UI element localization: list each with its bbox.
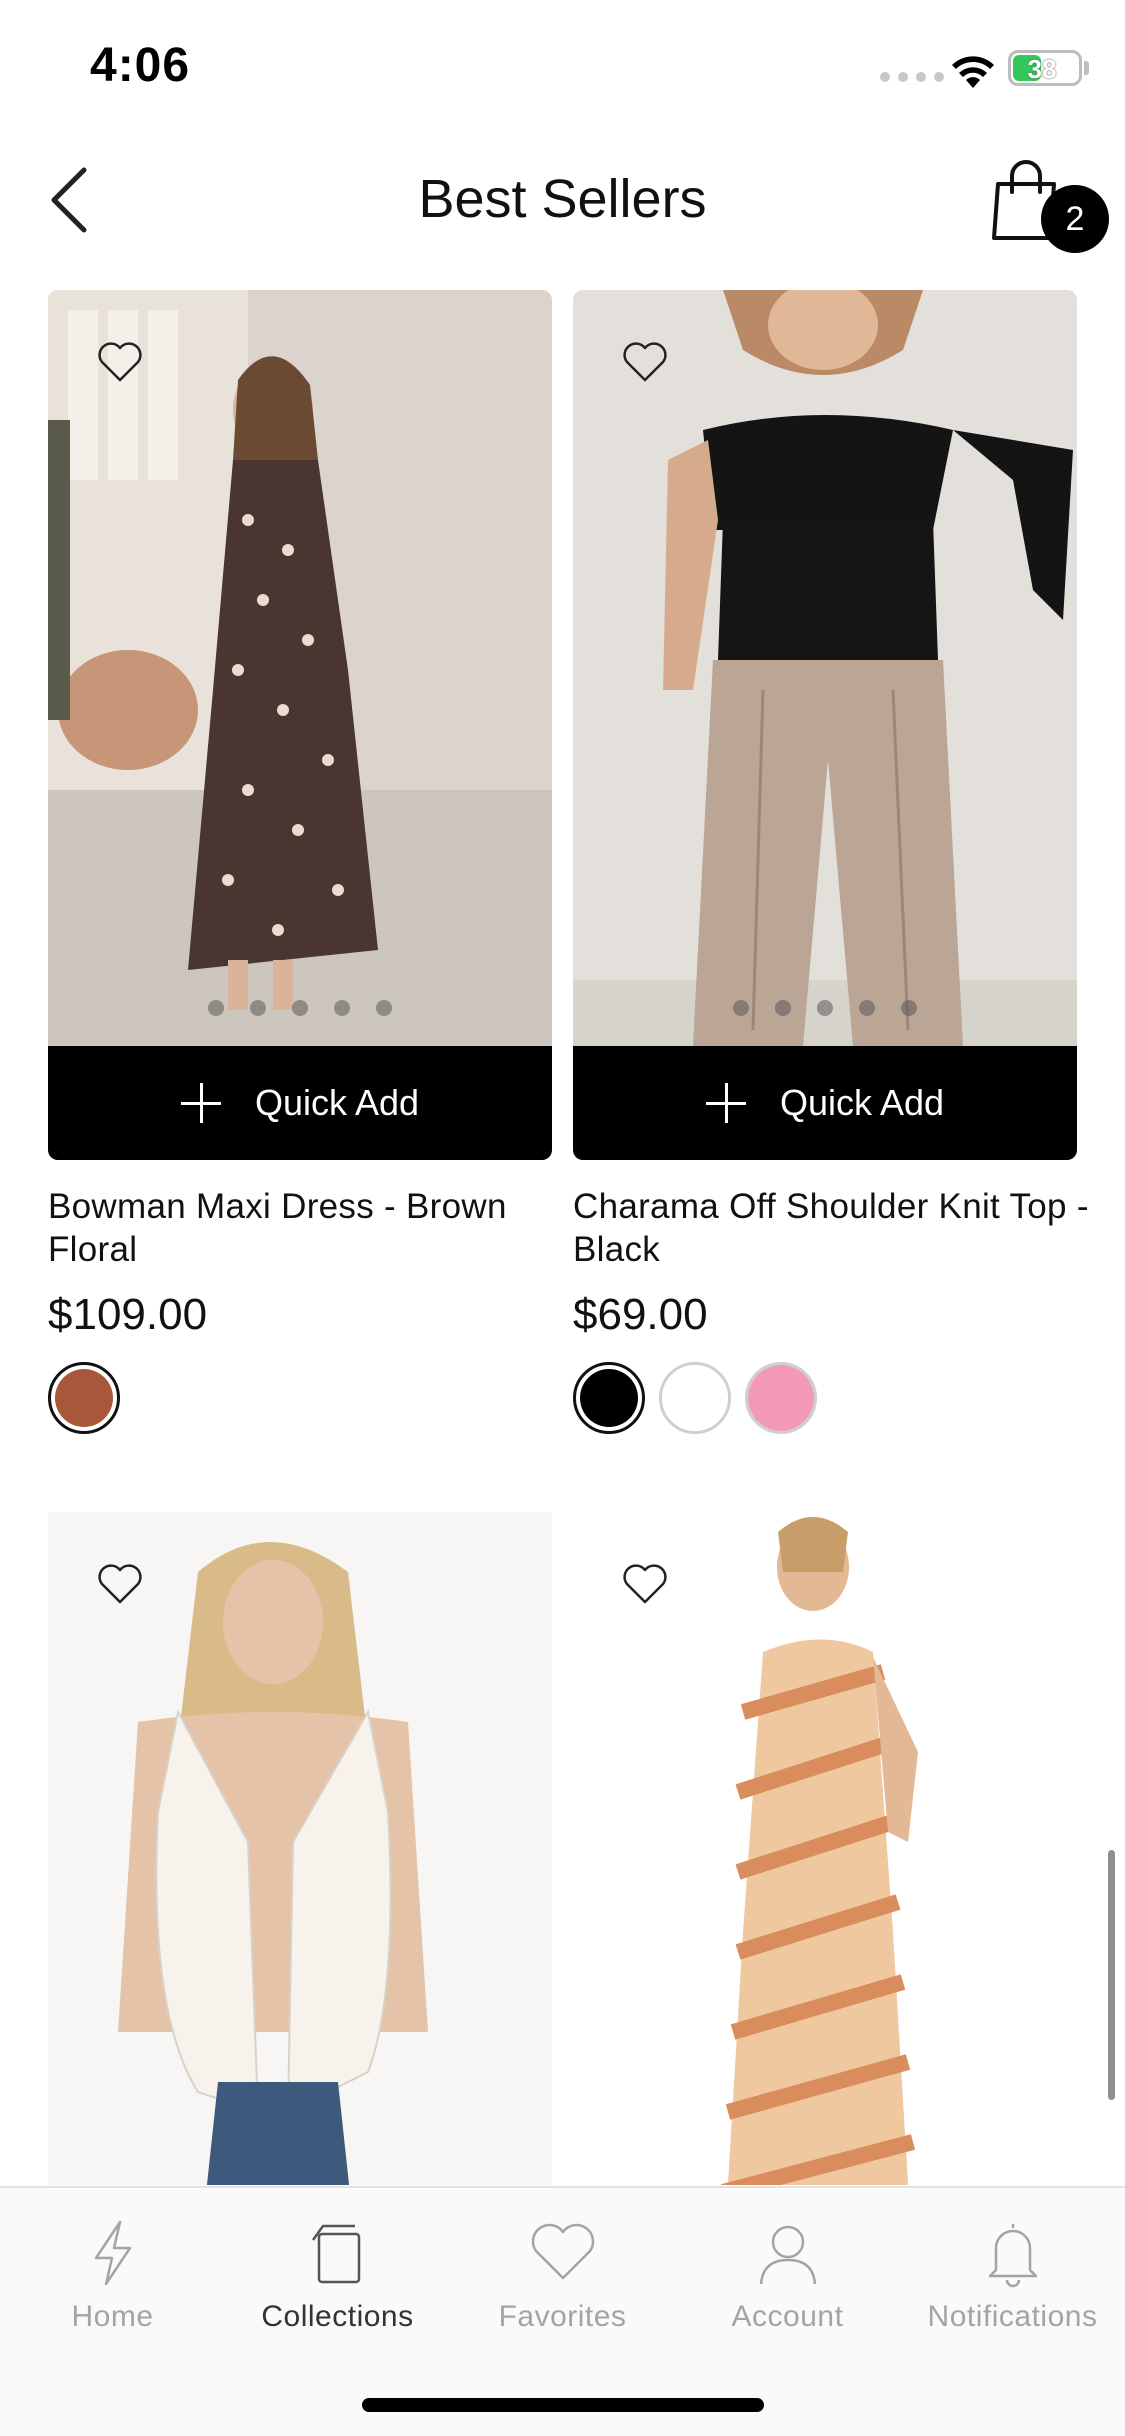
page-title: Best Sellers bbox=[418, 169, 707, 229]
nav-header: Best Sellers bbox=[0, 140, 1125, 290]
tab-label: Account bbox=[731, 2300, 844, 2333]
product-image[interactable] bbox=[48, 290, 552, 1046]
color-swatches bbox=[48, 1362, 120, 1434]
product-image[interactable] bbox=[573, 1512, 1077, 2185]
color-swatches bbox=[573, 1362, 817, 1434]
battery-cap bbox=[1084, 61, 1089, 75]
quick-add-button[interactable]: Quick Add bbox=[573, 1046, 1077, 1160]
tab-favorites[interactable]: Favorites bbox=[450, 2208, 675, 2348]
product-image[interactable] bbox=[573, 290, 1077, 1046]
product-name[interactable]: Charama Off Shoulder Knit Top - Black bbox=[573, 1185, 1093, 1271]
product-price: $69.00 bbox=[573, 1290, 708, 1339]
tab-label: Notifications bbox=[927, 2300, 1098, 2333]
tab-label: Home bbox=[71, 2300, 154, 2333]
person-icon bbox=[759, 2225, 816, 2285]
color-swatch-pink[interactable] bbox=[745, 1362, 817, 1434]
quick-add-label: Quick Add bbox=[779, 1082, 945, 1123]
bell-icon bbox=[988, 2224, 1037, 2288]
image-carousel-dots[interactable] bbox=[573, 1000, 1077, 1016]
tab-label: Favorites bbox=[498, 2300, 627, 2333]
color-swatch-black[interactable] bbox=[573, 1362, 645, 1434]
product-grid: Quick Add Bowman Maxi Dress - Brown Flor… bbox=[0, 290, 1125, 2185]
cart-count-badge: 2 bbox=[1041, 185, 1109, 253]
plus-icon bbox=[180, 1083, 221, 1123]
heart-icon bbox=[531, 2223, 594, 2280]
quick-add-label: Quick Add bbox=[254, 1082, 420, 1123]
product-image[interactable] bbox=[48, 1512, 552, 2185]
product-photo-vest bbox=[48, 1512, 552, 2185]
product-price: $109.00 bbox=[48, 1290, 208, 1339]
product-photo-striped-dress bbox=[573, 1512, 1077, 2185]
product-photo-top bbox=[573, 290, 1077, 1046]
lightning-icon bbox=[94, 2220, 131, 2286]
quick-add-button[interactable]: Quick Add bbox=[48, 1046, 552, 1160]
home-indicator[interactable] bbox=[362, 2398, 764, 2412]
plus-icon bbox=[705, 1083, 746, 1123]
wifi-icon bbox=[952, 56, 994, 88]
tab-collections[interactable]: Collections bbox=[225, 2208, 450, 2348]
cellular-signal-icon bbox=[880, 72, 944, 82]
tab-home[interactable]: Home bbox=[0, 2208, 225, 2348]
favorite-heart-icon[interactable] bbox=[621, 340, 669, 384]
battery-level: 38 bbox=[1027, 54, 1057, 84]
color-swatch-brown[interactable] bbox=[48, 1362, 120, 1434]
color-swatch-white[interactable] bbox=[659, 1362, 731, 1434]
favorite-heart-icon[interactable] bbox=[96, 340, 144, 384]
scrollbar[interactable] bbox=[1108, 1850, 1115, 2100]
battery-icon: 38 bbox=[1008, 50, 1082, 86]
collections-icon bbox=[311, 2224, 360, 2284]
product-photo-dress bbox=[48, 290, 552, 1046]
favorite-heart-icon[interactable] bbox=[96, 1562, 144, 1606]
status-bar: 4:06 38 bbox=[0, 0, 1125, 140]
tab-label: Collections bbox=[261, 2300, 414, 2333]
tab-notifications[interactable]: Notifications bbox=[900, 2208, 1125, 2348]
status-time: 4:06 bbox=[90, 39, 191, 92]
product-name[interactable]: Bowman Maxi Dress - Brown Floral bbox=[48, 1185, 568, 1271]
tab-account[interactable]: Account bbox=[675, 2208, 900, 2348]
image-carousel-dots[interactable] bbox=[48, 1000, 552, 1016]
favorite-heart-icon[interactable] bbox=[621, 1562, 669, 1606]
